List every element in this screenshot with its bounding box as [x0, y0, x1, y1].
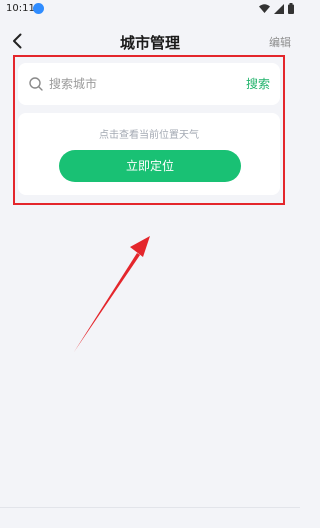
wifi-icon [259, 4, 270, 13]
page-title: 城市管理 [119, 34, 180, 52]
bottom-divider [0, 507, 300, 508]
signal-icon [274, 3, 284, 14]
status-time: 10:11 [6, 3, 35, 14]
status-bar: 10:11 [0, 0, 300, 20]
city-management-screen: 10:11 城市管理 编辑 搜索城市 搜索 点击查看当前位置天气 立即定位 [0, 0, 300, 528]
header: 城市管理 编辑 [0, 28, 300, 58]
notification-app-icon [33, 3, 44, 14]
battery-icon [288, 3, 294, 14]
highlight-annotation-box [13, 55, 285, 205]
status-icons [259, 3, 294, 14]
edit-button[interactable]: 编辑 [269, 36, 291, 50]
